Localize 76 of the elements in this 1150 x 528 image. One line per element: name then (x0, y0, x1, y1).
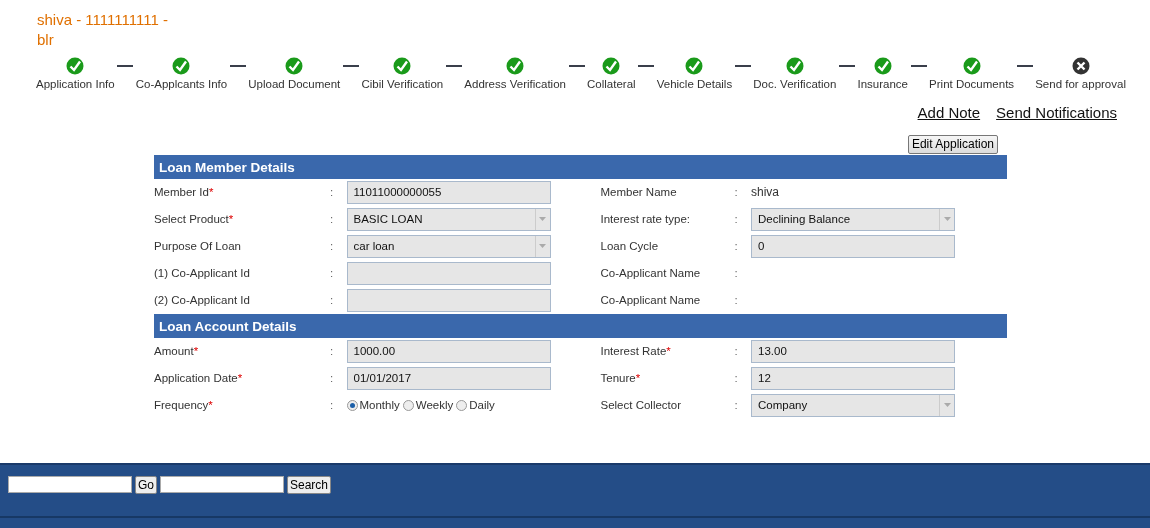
input-field[interactable] (8, 476, 132, 493)
field-label: (2) Co-Applicant Id (154, 292, 251, 308)
field-label: Tenure* (600, 370, 642, 386)
caret-icon (943, 403, 951, 408)
radio-label[interactable]: Daily (469, 396, 495, 414)
step-label[interactable]: Print Documents (929, 76, 1015, 94)
colon: : (734, 211, 739, 227)
step-label[interactable]: Address Verification (464, 76, 566, 94)
field-label: Frequency* (154, 397, 214, 413)
dropdown[interactable]: BASIC LOAN (346, 207, 551, 231)
action-link[interactable]: Add Note (917, 102, 981, 125)
colon: : (330, 211, 335, 227)
field-label: Member Name (600, 184, 678, 200)
colon: : (330, 343, 335, 359)
input-field[interactable] (160, 476, 284, 493)
input-field[interactable] (346, 288, 551, 312)
colon: : (330, 397, 335, 413)
colon: : (330, 292, 335, 308)
colon: : (330, 184, 335, 200)
colon: : (734, 292, 739, 308)
edit-application-button[interactable]: Edit Application (907, 134, 998, 154)
input-field[interactable]: 13.00 (751, 339, 955, 363)
radio-button[interactable] (456, 399, 468, 411)
section-header: Loan Account Details (154, 313, 1007, 338)
field-label: Amount* (154, 343, 200, 359)
colon: : (330, 265, 335, 281)
input-field[interactable]: 0 (751, 234, 955, 258)
radio-button[interactable] (346, 399, 358, 411)
field-label: Co-Applicant Name (600, 292, 702, 308)
page-title: shiva - 1111111111 - blr (37, 10, 169, 50)
field-label: Application Date* (154, 370, 244, 386)
radio-button[interactable] (402, 399, 414, 411)
field-label: Interest rate type: (600, 211, 691, 227)
radio-label[interactable]: Monthly (359, 396, 400, 414)
dropdown[interactable]: Declining Balance (751, 207, 955, 231)
input-field[interactable]: 01/01/2017 (346, 366, 551, 390)
colon: : (734, 265, 739, 281)
colon: : (734, 184, 739, 200)
colon: : (734, 238, 739, 254)
colon: : (330, 238, 335, 254)
dropdown[interactable]: Company (751, 393, 955, 417)
step-label[interactable]: Collateral (587, 76, 636, 94)
action-link[interactable]: Send Notifications (996, 102, 1117, 125)
caret-icon (943, 217, 951, 222)
input-field[interactable]: 11011000000055 (346, 180, 551, 204)
caret-icon (539, 217, 546, 222)
step-label[interactable]: Doc. Verification (753, 76, 837, 94)
colon: : (734, 397, 739, 413)
section-header: Loan Member Details (154, 154, 1007, 179)
step-label[interactable]: Application Info (36, 76, 115, 94)
step-label[interactable]: Insurance (857, 76, 908, 94)
dropdown[interactable]: car loan (346, 234, 551, 258)
field-label: Co-Applicant Name (600, 265, 702, 281)
field-value: shiva (751, 185, 779, 200)
field-label: Loan Cycle (600, 238, 660, 254)
step-label[interactable]: Upload Document (248, 76, 341, 94)
step-label[interactable]: Co-Applcants Info (135, 76, 228, 94)
colon: : (734, 343, 739, 359)
step-label[interactable]: Cibil Verification (361, 76, 444, 94)
footer-button[interactable]: Search (287, 476, 332, 494)
input-field[interactable] (346, 261, 551, 285)
field-label: Select Collector (600, 397, 683, 413)
footer-button[interactable]: Go (135, 476, 157, 494)
radio-label[interactable]: Weekly (415, 396, 454, 414)
field-label: Purpose Of Loan (154, 238, 242, 254)
field-label: Select Product* (154, 211, 235, 227)
input-field[interactable]: 12 (751, 366, 955, 390)
field-label: Member Id* (154, 184, 215, 200)
step-label[interactable]: Vehicle Details (656, 76, 733, 94)
field-label: (1) Co-Applicant Id (154, 265, 251, 281)
caret-icon (539, 244, 546, 249)
colon: : (330, 370, 335, 386)
step-label[interactable]: Send for approval (1035, 76, 1126, 94)
colon: : (734, 370, 739, 386)
field-label: Interest Rate* (600, 343, 672, 359)
input-field[interactable]: 1000.00 (346, 339, 551, 363)
